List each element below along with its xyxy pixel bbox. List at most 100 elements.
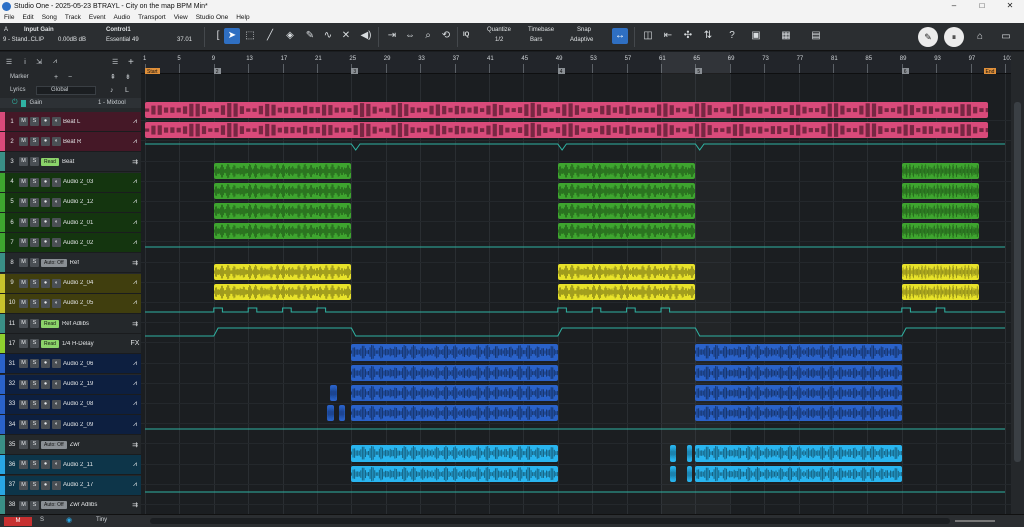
record-button[interactable]: ● (41, 298, 50, 308)
track-name[interactable]: Audio 2_09 (63, 422, 129, 428)
mute-button[interactable]: M (19, 319, 28, 328)
solo-button[interactable]: S (30, 339, 39, 349)
add-track-icon[interactable]: + (128, 57, 134, 68)
track-name[interactable]: 1/4 H-Delay (62, 341, 129, 347)
loop-icon[interactable]: ⟲ (438, 28, 454, 44)
track-name[interactable]: Audio 2_06 (63, 361, 129, 367)
solo-button[interactable]: S (30, 117, 39, 126)
monitor-button[interactable]: ◐ (52, 117, 61, 126)
bend-tool-icon[interactable]: ∿ (320, 28, 336, 44)
automation-line[interactable] (141, 302, 1011, 322)
audio-clip[interactable] (351, 364, 558, 381)
audio-clip[interactable] (901, 182, 980, 199)
mute-all-button[interactable]: M (4, 517, 32, 526)
automation-mode[interactable]: Read (41, 157, 59, 166)
audio-clip[interactable] (901, 162, 980, 179)
help-icon[interactable]: ? (724, 28, 740, 44)
automation-line[interactable] (141, 423, 1011, 443)
menu-edit[interactable]: Edit (18, 14, 37, 21)
audio-clip[interactable] (557, 182, 696, 199)
audio-clip[interactable] (686, 465, 692, 482)
monitor-button[interactable]: ◐ (52, 399, 61, 409)
record-button[interactable]: ● (41, 379, 50, 389)
audio-clip[interactable] (213, 223, 352, 240)
mix-view-icon[interactable]: ⏸ (944, 27, 964, 47)
audio-clip[interactable] (213, 203, 352, 220)
track-name[interactable]: Audio 2_12 (63, 199, 129, 205)
waveform-icon[interactable]: ⩘ (129, 239, 141, 247)
audio-clip[interactable] (351, 465, 558, 482)
video-icon[interactable]: ▣ (748, 28, 764, 44)
search-icon[interactable]: ⌕ (420, 28, 436, 44)
mute-button[interactable]: M (19, 359, 28, 369)
expand-icon[interactable]: ⇤ (660, 28, 676, 44)
track-header[interactable]: 38 M S Auto: Off Zwr Adlibs ⇉ (0, 495, 141, 516)
maximize-button[interactable]: □ (968, 0, 996, 12)
audio-clip[interactable] (329, 384, 337, 401)
waveform-icon[interactable]: ⩘ (129, 481, 141, 489)
menu-song[interactable]: Song (38, 14, 61, 21)
automation-mode[interactable]: Read (41, 339, 59, 348)
audio-clip[interactable] (695, 364, 902, 381)
audio-clip[interactable] (213, 283, 352, 300)
track-header[interactable]: 33 M S ● ◐ Audio 2_08 ⩘ (0, 394, 141, 415)
audio-clip[interactable] (338, 405, 345, 422)
mute-button[interactable]: M (19, 339, 28, 349)
track-name[interactable]: Audio 2_01 (63, 220, 129, 226)
track-header[interactable]: 3 M S Read Beat ⇉ (0, 152, 141, 173)
audio-clip[interactable] (351, 405, 558, 422)
home-icon[interactable]: ⌂ (972, 29, 988, 45)
mute-button[interactable]: M (19, 137, 28, 147)
waveform-icon[interactable]: ⩘ (129, 178, 141, 186)
monitor-button[interactable]: ◐ (52, 238, 61, 248)
mute-button[interactable]: M (19, 298, 28, 308)
track-header[interactable]: 10 M S ● ◐ Audio 2_05 ⩘ (0, 293, 141, 314)
horizontal-scrollbar[interactable] (150, 518, 950, 524)
menu-view[interactable]: View (170, 14, 192, 21)
mute-button[interactable]: M (19, 379, 28, 389)
menu-help[interactable]: Help (232, 14, 253, 21)
timeline-ruler[interactable]: 1 5 9 13 17 21 25 29 33 37 41 45 49 53 57 61 65 69 73 77 81 8… (141, 52, 1013, 76)
mute-button[interactable]: M (19, 117, 28, 126)
waveform-icon[interactable]: ⩘ (129, 198, 141, 206)
audio-clip[interactable] (695, 465, 902, 482)
edit-view-icon[interactable]: ✎ (918, 27, 938, 47)
list-icon[interactable]: ⇲ (32, 58, 46, 66)
monitor-button[interactable]: ◐ (52, 298, 61, 308)
record-button[interactable]: ● (41, 399, 50, 409)
monitor-button[interactable]: ◐ (52, 379, 61, 389)
mute-button[interactable]: M (19, 420, 28, 429)
track-header[interactable]: 11 M S Read Ref Adlibs ⇉ (0, 314, 141, 334)
info-icon[interactable]: i (18, 59, 32, 66)
waveform-icon[interactable]: ⩘ (129, 380, 141, 388)
automation-icon[interactable]: ⇉ (129, 158, 141, 166)
iq-label[interactable]: IQ (463, 32, 469, 38)
audio-clip[interactable] (557, 203, 696, 220)
control-sub[interactable]: Essential 49 (106, 37, 139, 43)
mute-button[interactable]: M (19, 218, 28, 227)
mute-button[interactable]: M (19, 157, 28, 167)
arrow-tool-icon[interactable]: ➤ (224, 28, 240, 44)
waveform-icon[interactable]: ⩘ (129, 118, 141, 126)
audio-clip[interactable] (695, 445, 902, 462)
listen-tool-icon[interactable]: ◀) (358, 28, 374, 44)
solo-button[interactable]: S (30, 379, 39, 389)
track-name[interactable]: Audio 2_05 (63, 300, 129, 306)
audio-clip[interactable] (145, 122, 988, 139)
track-header[interactable]: 7 M S ● ◐ Audio 2_02 ⩘ (0, 233, 141, 254)
add-marker-icon[interactable]: + (54, 74, 58, 81)
waveform-icon[interactable]: ⩘ (129, 461, 141, 469)
autoscroll-icon[interactable]: ⇥ (384, 28, 400, 44)
waveform-icon[interactable]: ⩘ (129, 400, 141, 408)
clip-name[interactable]: 9 - Stand..CLIP (3, 37, 44, 43)
audio-clip[interactable] (686, 445, 692, 462)
mute-button[interactable]: M (19, 177, 28, 187)
audio-clip[interactable] (669, 465, 677, 482)
track-size-select[interactable]: Tiny (96, 517, 107, 523)
vertical-scrollbar[interactable] (1011, 52, 1024, 514)
waveform-icon[interactable]: ⩘ (129, 138, 141, 146)
solo-button[interactable]: S (30, 177, 39, 187)
track-name[interactable]: Audio 2_19 (63, 381, 129, 387)
mute-button[interactable]: M (19, 238, 28, 248)
mute-button[interactable]: M (19, 440, 28, 450)
